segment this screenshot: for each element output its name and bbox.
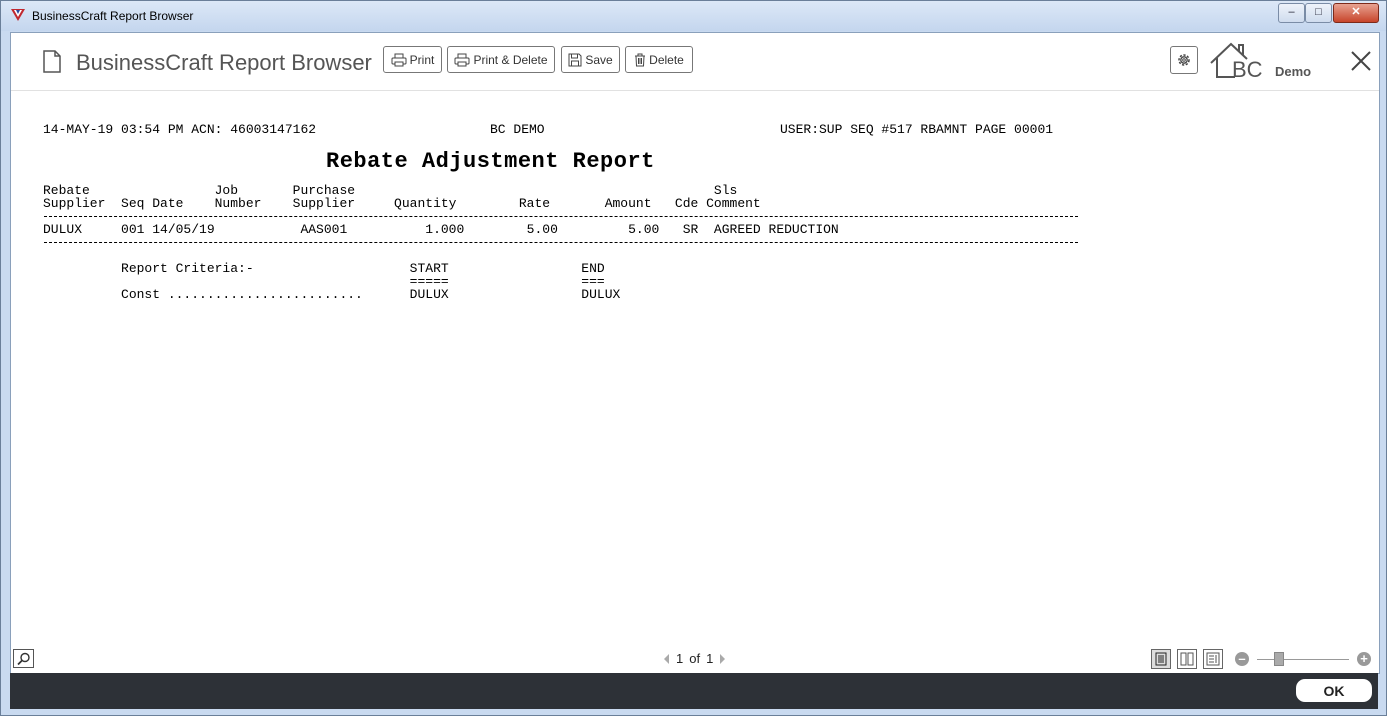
divider xyxy=(44,242,1078,243)
close-icon[interactable] xyxy=(1349,49,1373,73)
bc-logo: BC xyxy=(1209,41,1271,82)
page-navigator: 1 of 1 xyxy=(664,651,726,666)
zoom-in-icon[interactable]: + xyxy=(1357,652,1371,666)
zoom-slider-track[interactable] xyxy=(1257,659,1349,660)
save-label: Save xyxy=(585,52,613,67)
demo-label: Demo xyxy=(1275,64,1312,79)
client-area: BusinessCraft Report Browser Print Print… xyxy=(10,32,1380,674)
report-header-center: BC DEMO xyxy=(490,122,545,137)
delete-button[interactable]: Delete xyxy=(625,46,693,73)
page-total: 1 xyxy=(706,651,714,666)
print-label: Print xyxy=(409,52,435,67)
find-button[interactable] xyxy=(13,649,34,668)
house-logo-icon: BC xyxy=(1210,42,1263,82)
report-header-right: USER:SUP SEQ #517 RBAMNT PAGE 00001 xyxy=(780,122,1054,137)
printer-icon xyxy=(454,53,470,66)
printer-icon xyxy=(391,53,407,66)
two-page-icon xyxy=(1180,652,1194,666)
app-icon xyxy=(11,9,25,21)
window-close-button[interactable]: ✕ xyxy=(1333,3,1379,23)
print-button[interactable]: Print xyxy=(383,46,442,73)
divider xyxy=(44,216,1078,217)
document-icon xyxy=(43,50,61,73)
title-bar: BusinessCraft Report Browser – □ ✕ xyxy=(1,1,1386,31)
save-button[interactable]: Save xyxy=(561,46,620,73)
column-header-line-2: Supplier Seq Date Number Supplier Quanti… xyxy=(43,196,761,211)
report-browser-window: BusinessCraft Report Browser – □ ✕ Busin… xyxy=(0,0,1387,716)
single-page-view-button[interactable] xyxy=(1151,649,1171,669)
report-header-left: 14-MAY-19 03:54 PM ACN: 46003147162 xyxy=(43,122,317,137)
zoom-slider-handle[interactable] xyxy=(1274,652,1284,666)
prev-page-icon[interactable] xyxy=(664,653,670,664)
trash-icon xyxy=(635,53,646,66)
delete-label: Delete xyxy=(649,52,684,67)
page-of-label: of xyxy=(689,651,701,666)
settings-button[interactable] xyxy=(1170,46,1198,74)
report-page: 14-MAY-19 03:54 PM ACN: 46003147162 BC D… xyxy=(11,91,1379,646)
report-title: Rebate Adjustment Report xyxy=(326,149,655,174)
app-title: BusinessCraft Report Browser xyxy=(76,50,372,75)
window-title: BusinessCraft Report Browser xyxy=(32,9,194,23)
svg-text:BC: BC xyxy=(1232,57,1263,81)
maximize-button[interactable]: □ xyxy=(1305,3,1332,23)
search-icon xyxy=(16,652,30,665)
ok-button[interactable]: OK xyxy=(1296,679,1372,702)
two-page-view-button[interactable] xyxy=(1177,649,1197,669)
dialog-button-bar: OK xyxy=(10,673,1378,709)
next-page-icon[interactable] xyxy=(719,653,726,664)
table-row: DULUX 001 14/05/19 AAS001 1.000 5.00 5.0… xyxy=(43,222,839,237)
print-delete-label: Print & Delete xyxy=(473,52,548,67)
print-delete-button[interactable]: Print & Delete xyxy=(447,46,555,73)
multi-page-view-button[interactable] xyxy=(1203,649,1223,669)
criteria-line-3: Const ......................... DULUX DU… xyxy=(43,287,621,302)
gear-icon xyxy=(1178,54,1190,66)
toolbar-header: BusinessCraft Report Browser Print Print… xyxy=(11,33,1379,91)
floppy-disk-icon xyxy=(568,53,582,66)
zoom-out-icon[interactable]: – xyxy=(1235,652,1249,666)
minimize-button[interactable]: – xyxy=(1278,3,1305,23)
viewer-footer: 1 of 1 – + xyxy=(11,646,1379,673)
page-current[interactable]: 1 xyxy=(676,651,683,666)
single-page-icon xyxy=(1155,652,1167,666)
multi-page-icon xyxy=(1206,652,1220,666)
